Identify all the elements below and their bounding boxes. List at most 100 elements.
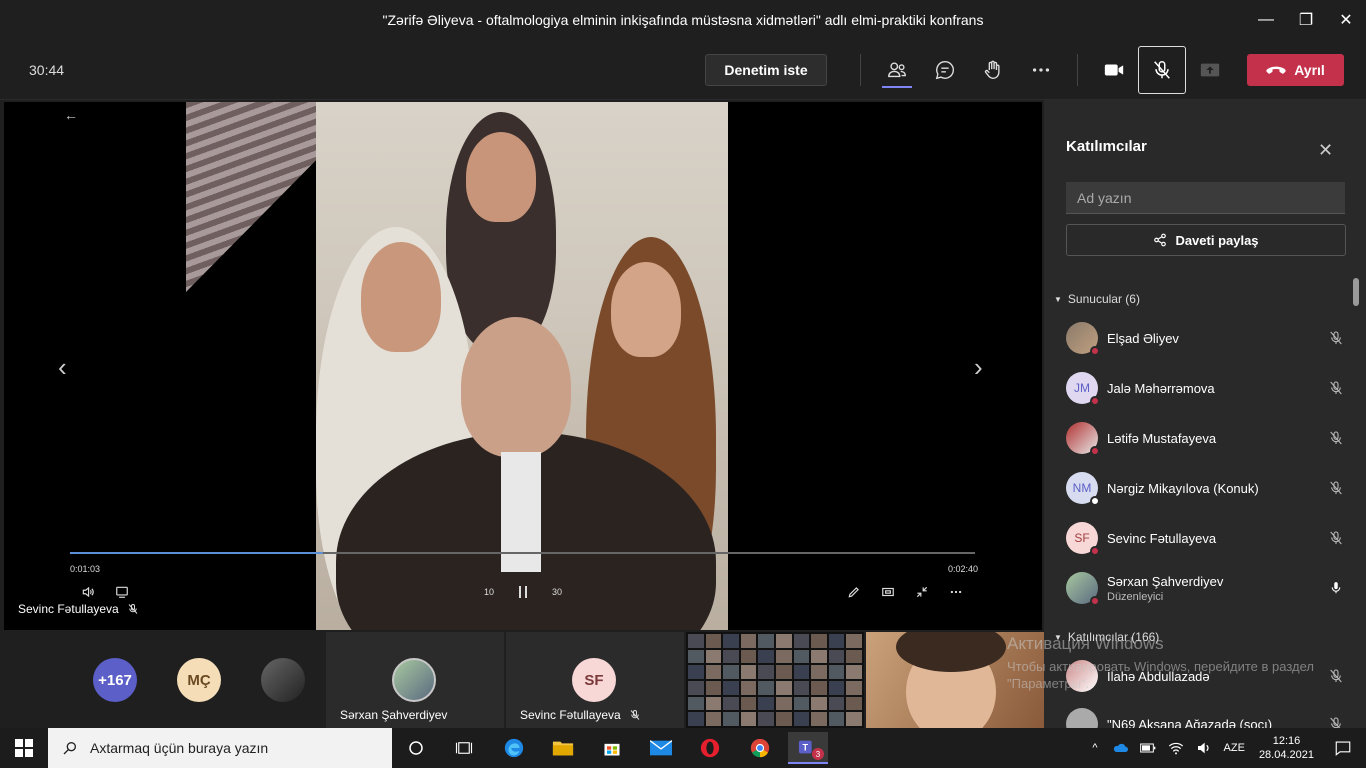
edge-icon[interactable] — [494, 732, 534, 764]
participant-row[interactable]: SF Sevinc Fətullayeva — [1066, 516, 1346, 560]
mic-off-icon[interactable] — [1326, 428, 1346, 448]
gallery-thumbnail — [811, 634, 827, 648]
mic-off-icon[interactable] — [1326, 714, 1346, 728]
request-control-button[interactable]: Denetim iste — [705, 54, 827, 86]
wifi-icon[interactable] — [1168, 741, 1184, 755]
shared-content-stage: ← ‹ › 0:01:03 0:02:40 10 30 Sevinc Fətul… — [4, 102, 1042, 630]
task-view-icon[interactable] — [444, 732, 484, 764]
share-invite-button[interactable]: Daveti paylaş — [1066, 224, 1346, 256]
participant-search-input[interactable] — [1066, 182, 1345, 214]
participant-name: Lətifə Mustafayeva — [1107, 430, 1217, 446]
taskbar-search[interactable]: Axtarmaq üçün buraya yazın — [48, 728, 392, 768]
prev-slide-icon[interactable]: ‹ — [58, 352, 67, 383]
leave-button[interactable]: Ayrıl — [1247, 54, 1344, 86]
participant-row[interactable]: Lətifə Mustafayeva — [1066, 416, 1346, 460]
participant-name: Nərgiz Mikayılova (Konuk) — [1107, 480, 1259, 496]
mic-off-icon[interactable] — [1326, 666, 1346, 686]
participant-row[interactable]: Elşad Əliyev — [1066, 316, 1346, 360]
onedrive-icon[interactable] — [1112, 742, 1128, 754]
gallery-thumbnail — [740, 681, 757, 695]
mic-off-icon[interactable] — [1326, 328, 1346, 348]
mc-avatar[interactable]: MÇ — [177, 658, 221, 702]
fit-screen-icon[interactable] — [878, 582, 898, 602]
gallery-thumbnail — [793, 649, 810, 664]
presenters-section-header[interactable]: ▼ Sunucular (6) — [1054, 292, 1140, 306]
close-panel-icon[interactable]: ✕ — [1318, 140, 1333, 161]
panel-scrollbar[interactable] — [1353, 278, 1359, 306]
gallery-thumbnail — [705, 681, 722, 695]
gallery-thumbnail — [740, 696, 757, 711]
chrome-icon[interactable] — [740, 732, 780, 764]
file-explorer-icon[interactable] — [543, 732, 583, 764]
next-slide-icon[interactable]: › — [974, 352, 983, 383]
stage-more-icon[interactable] — [946, 582, 966, 602]
participant-row[interactable]: Sərxan Şahverdiyev Düzenleyici — [1066, 566, 1346, 610]
windows-start-icon[interactable] — [0, 728, 48, 768]
cortana-icon[interactable] — [396, 732, 436, 764]
battery-icon[interactable] — [1139, 742, 1156, 754]
raise-hand-icon[interactable] — [976, 53, 1010, 87]
tile-name: Sevinc Fətullayeva — [520, 708, 621, 722]
title-bar: "Zərifə Əliyeva - oftalmologiya elminin … — [0, 0, 1366, 40]
participant-avatar — [1066, 422, 1100, 456]
mic-off-icon[interactable] — [1326, 378, 1346, 398]
elapsed-time: 0:01:03 — [70, 564, 101, 574]
tray-chevron-icon[interactable]: ^ — [1092, 742, 1097, 754]
mic-off-icon[interactable] — [1326, 528, 1346, 548]
panel-title: Katılımcılar — [1066, 138, 1147, 155]
pen-icon[interactable] — [844, 582, 864, 602]
teams-icon[interactable]: T 3 — [788, 732, 828, 764]
participant-row[interactable]: "N69 Aksana Ağazadə (soçı) — [1066, 702, 1346, 728]
toolbar-divider — [860, 54, 861, 86]
gallery-video-tile[interactable] — [686, 632, 864, 728]
more-participants-avatar[interactable]: +167 — [93, 658, 137, 702]
gallery-thumbnail — [811, 649, 827, 664]
forward-label: 30 — [551, 587, 562, 597]
mute-button[interactable] — [1138, 46, 1186, 94]
gallery-thumbnail — [740, 649, 757, 664]
mic-icon[interactable] — [1326, 578, 1346, 598]
rewind-10-icon[interactable]: 10 — [478, 582, 500, 602]
collapse-icon[interactable] — [912, 582, 932, 602]
mail-icon[interactable] — [641, 732, 681, 764]
gallery-thumbnail — [688, 649, 704, 664]
participant-tile[interactable]: SF Sevinc Fətullayeva — [506, 632, 684, 728]
avatar-initials: JM — [1074, 381, 1090, 395]
participant-tile[interactable]: Sərxan Şahverdiyev — [326, 632, 504, 728]
gallery-thumbnail — [740, 665, 757, 679]
gallery-thumbnail — [828, 634, 845, 648]
opera-icon[interactable] — [690, 732, 730, 764]
participants-icon[interactable] — [880, 53, 914, 87]
close-window-button[interactable]: ✕ — [1326, 0, 1366, 40]
chat-icon[interactable] — [928, 53, 962, 87]
mic-off-icon[interactable] — [1326, 478, 1346, 498]
gallery-thumbnail — [705, 696, 722, 711]
store-icon[interactable] — [592, 732, 632, 764]
pause-icon[interactable] — [512, 582, 534, 602]
volume-tray-icon[interactable] — [1196, 741, 1212, 755]
photo-avatar[interactable] — [261, 658, 305, 702]
share-screen-icon[interactable] — [1193, 53, 1227, 87]
forward-30-icon[interactable]: 30 — [546, 582, 568, 602]
gallery-thumbnail — [776, 665, 792, 679]
gallery-thumbnail — [828, 696, 845, 711]
participant-role: Düzenleyici — [1107, 590, 1164, 603]
gallery-thumbnail — [811, 665, 827, 679]
invite-label: Daveti paylaş — [1175, 232, 1259, 248]
participant-row[interactable]: JM Jalə Məhərrəmova — [1066, 366, 1346, 410]
video-progress-bar[interactable] — [70, 552, 975, 554]
participant-row[interactable]: NM Nərgiz Mikayılova (Konuk) — [1066, 466, 1346, 510]
gallery-thumbnail — [811, 712, 827, 726]
captions-icon[interactable] — [112, 582, 132, 602]
camera-icon[interactable] — [1097, 53, 1131, 87]
more-options-icon[interactable] — [1024, 53, 1058, 87]
back-arrow-icon[interactable]: ← — [64, 107, 78, 123]
window-title: "Zərifə Əliyeva - oftalmologiya elminin … — [382, 12, 984, 28]
maximize-button[interactable]: ❐ — [1286, 0, 1326, 40]
search-icon — [63, 742, 76, 755]
minimize-button[interactable]: — — [1246, 0, 1286, 40]
language-indicator[interactable]: AZE — [1224, 742, 1245, 754]
notifications-icon[interactable] — [1334, 739, 1352, 757]
clock[interactable]: 12:16 28.04.2021 — [1259, 734, 1314, 762]
volume-icon[interactable] — [78, 582, 98, 602]
